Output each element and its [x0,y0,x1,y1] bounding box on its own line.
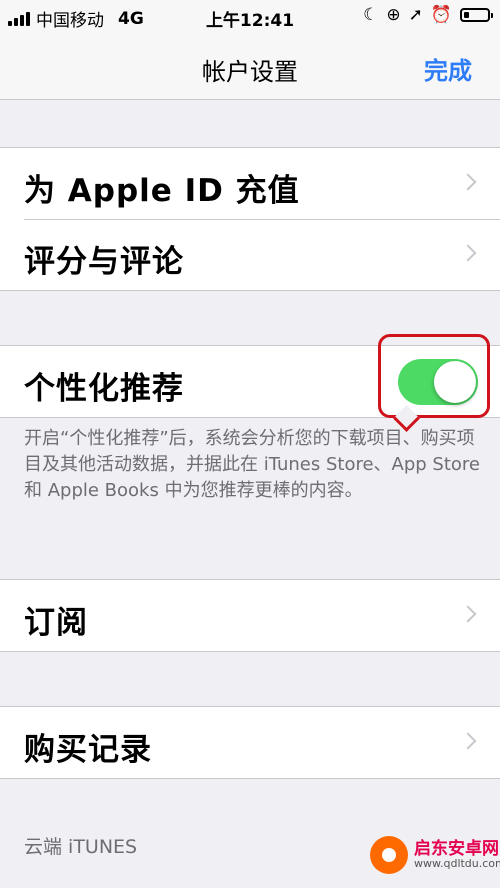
chevron-right-icon [459,732,477,750]
watermark-text: 启东安卓网 www.qdltdu.com [414,838,500,871]
moon-icon: ☾ [363,5,379,25]
chevron-right-icon [459,605,477,623]
status-bar: 中国移动 4G 上午12:41 ☾ ⊕ ➚ ⏰ [0,0,500,34]
row-subscriptions[interactable]: 订阅 [0,580,500,651]
status-right: ☾ ⊕ ➚ ⏰ [363,5,493,25]
row-label: 为 Apple ID 充值 [24,173,300,209]
alarm-icon: ⏰ [430,5,452,25]
location-icon: ➚ [408,5,423,25]
row-ratings-reviews[interactable]: 评分与评论 [0,219,500,290]
chevron-right-icon [459,173,477,191]
watermark-url: www.qdltdu.com [414,857,500,871]
done-button[interactable]: 完成 [424,51,472,86]
row-label: 个性化推荐 [24,371,184,407]
cloud-itunes-header: 云端 iTUNES [24,836,138,858]
personalization-description: 开启“个性化推荐”后，系统会分析您的下载项目、购买项目及其他活动数据，并据此在 … [24,428,481,501]
watermark-logo-icon [370,836,408,874]
account-options-group: 为 Apple ID 充值 评分与评论 [0,147,500,291]
battery-icon [460,8,493,22]
watermark-name: 启东安卓网 [414,838,499,859]
navigation-bar: 帐户设置 完成 [0,34,500,100]
row-label: 购买记录 [24,732,152,768]
row-purchase-history[interactable]: 购买记录 [0,707,500,778]
purchase-history-group: 购买记录 [0,706,500,779]
row-label: 订阅 [24,605,88,641]
subscriptions-group: 订阅 [0,579,500,652]
row-add-funds[interactable]: 为 Apple ID 充值 [0,148,500,219]
chevron-right-icon [459,244,477,262]
row-label: 评分与评论 [24,244,184,280]
orientation-lock-icon: ⊕ [386,5,401,25]
watermark: 启东安卓网 www.qdltdu.com [370,836,500,874]
highlight-annotation [378,334,490,418]
